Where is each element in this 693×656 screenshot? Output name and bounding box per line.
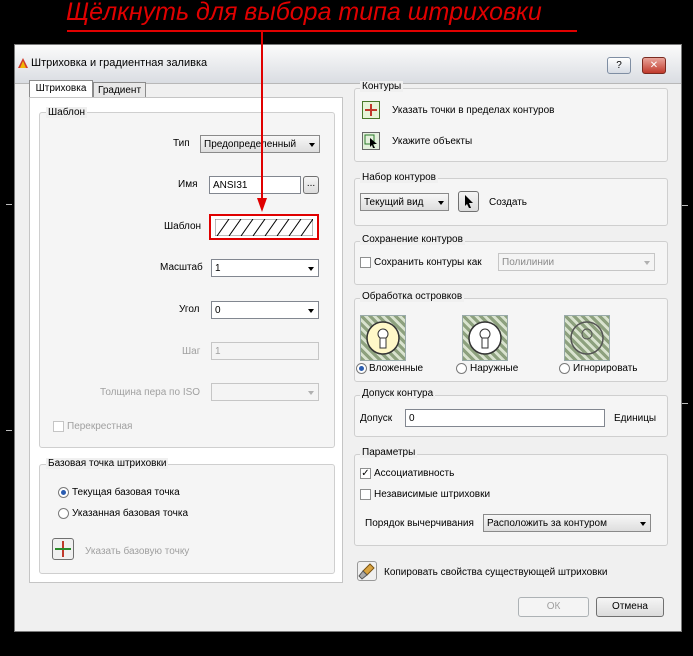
boundary-set-dropdown[interactable]: Текущий вид bbox=[360, 193, 449, 211]
title-bar: Штриховка и градиентная заливка ? ✕ bbox=[15, 45, 681, 84]
island-ignore-icon bbox=[570, 321, 604, 355]
separate-hatches-label: Независимые штриховки bbox=[374, 489, 491, 500]
select-objects-button[interactable] bbox=[362, 132, 380, 150]
angle-value: 0 bbox=[215, 305, 221, 316]
create-boundary-set-button[interactable] bbox=[458, 191, 479, 212]
retain-boundaries-checkbox[interactable] bbox=[360, 257, 371, 268]
island-ignore-label: Игнорировать bbox=[573, 363, 638, 374]
name-input[interactable]: ANSI31 bbox=[209, 176, 301, 194]
tolerance-units-label: Единицы bbox=[614, 413, 657, 424]
pick-points-button[interactable] bbox=[362, 101, 380, 119]
type-label: Тип bbox=[173, 138, 190, 149]
island-outer-label: Наружные bbox=[470, 363, 519, 374]
draw-order-label: Порядок вычерчивания bbox=[365, 518, 474, 529]
island-nested-icon bbox=[366, 321, 400, 355]
angle-label: Угол bbox=[179, 304, 200, 315]
options-group-title: Параметры bbox=[360, 447, 418, 458]
spacing-input[interactable]: 1 bbox=[211, 342, 319, 360]
app-icon bbox=[18, 58, 28, 68]
island-nested-preview[interactable] bbox=[360, 315, 406, 361]
scale-label: Масштаб bbox=[160, 262, 203, 273]
tolerance-input[interactable]: 0 bbox=[405, 409, 605, 427]
type-value: Предопределенный bbox=[204, 139, 297, 150]
boundaries-group bbox=[354, 88, 668, 162]
cursor-icon bbox=[465, 195, 473, 208]
retain-type-dropdown[interactable]: Полилинии bbox=[498, 253, 655, 271]
separate-hatches-checkbox[interactable] bbox=[360, 489, 371, 500]
create-label: Создать bbox=[489, 197, 528, 208]
inherit-properties-button[interactable] bbox=[357, 561, 377, 581]
tick-mark bbox=[682, 205, 688, 206]
crosshatch-checkbox[interactable] bbox=[53, 421, 64, 432]
swatch-label: Шаблон bbox=[164, 221, 202, 232]
scale-dropdown[interactable]: 1 bbox=[211, 259, 319, 277]
retain-boundaries-label: Сохранить контуры как bbox=[374, 257, 482, 268]
tolerance-group-title: Допуск контура bbox=[360, 388, 436, 399]
spacing-label: Шаг bbox=[182, 346, 201, 357]
island-nested-label: Вложенные bbox=[369, 363, 424, 374]
retain-group-title: Сохранение контуров bbox=[360, 234, 465, 245]
island-outer-preview[interactable] bbox=[462, 315, 508, 361]
select-objects-icon bbox=[364, 134, 377, 148]
island-ignore-preview[interactable] bbox=[564, 315, 610, 361]
name-value: ANSI31 bbox=[213, 180, 248, 191]
iso-pen-dropdown[interactable] bbox=[211, 383, 319, 401]
boundary-set-value: Текущий вид bbox=[364, 197, 424, 208]
islands-group-title: Обработка островков bbox=[360, 291, 465, 302]
origin-group-title: Базовая точка штриховки bbox=[46, 458, 169, 469]
island-outer-icon bbox=[468, 321, 502, 355]
select-objects-label: Укажите объекты bbox=[392, 136, 473, 147]
angle-dropdown[interactable]: 0 bbox=[211, 301, 319, 319]
hatch-dialog: Штриховка и градиентная заливка ? ✕ Штри… bbox=[14, 44, 682, 632]
iso-pen-label: Толщина пера по ISO bbox=[100, 387, 201, 398]
hatch-swatch-icon bbox=[215, 219, 313, 236]
inherit-properties-label: Копировать свойства существующей штрихов… bbox=[384, 567, 608, 578]
island-ignore-radio[interactable] bbox=[559, 363, 570, 374]
origin-group bbox=[39, 464, 335, 574]
name-label: Имя bbox=[178, 179, 198, 190]
tick-mark bbox=[6, 204, 12, 205]
type-dropdown[interactable]: Предопределенный bbox=[200, 135, 320, 153]
hatch-tab-panel: Шаблон Тип Предопределенный Имя ANSI31 .… bbox=[29, 97, 343, 583]
annotation-text: Щёлкнуть для выбора типа штриховки bbox=[66, 0, 542, 26]
current-origin-label: Текущая базовая точка bbox=[72, 487, 180, 498]
retain-type-value: Полилинии bbox=[502, 257, 555, 268]
draw-order-dropdown[interactable]: Расположить за контуром bbox=[483, 514, 651, 532]
help-button[interactable]: ? bbox=[607, 57, 631, 74]
ok-button[interactable]: ОК bbox=[518, 597, 589, 617]
boundary-set-group-title: Набор контуров bbox=[360, 172, 438, 183]
specified-origin-radio[interactable] bbox=[58, 508, 69, 519]
boundaries-group-title: Контуры bbox=[360, 81, 404, 92]
cancel-button[interactable]: Отмена bbox=[596, 597, 664, 617]
close-button[interactable]: ✕ bbox=[642, 57, 666, 74]
crosshatch-label: Перекрестная bbox=[67, 421, 133, 432]
pick-origin-button[interactable] bbox=[52, 538, 74, 560]
specified-origin-label: Указанная базовая точка bbox=[72, 508, 189, 519]
tick-mark bbox=[6, 430, 12, 431]
add-points-icon bbox=[365, 104, 377, 116]
current-origin-radio[interactable] bbox=[58, 487, 69, 498]
island-outer-radio[interactable] bbox=[456, 363, 467, 374]
scale-value: 1 bbox=[215, 263, 221, 274]
island-nested-radio[interactable] bbox=[356, 363, 367, 374]
tick-mark bbox=[682, 403, 688, 404]
associative-checkbox[interactable]: ✓ bbox=[360, 468, 371, 479]
tolerance-label: Допуск bbox=[360, 413, 393, 424]
dialog-title: Штриховка и градиентная заливка bbox=[31, 57, 208, 69]
brush-icon bbox=[358, 563, 375, 580]
pattern-swatch[interactable] bbox=[209, 214, 319, 240]
browse-pattern-button[interactable]: ... bbox=[303, 176, 319, 194]
pick-points-label: Указать точки в пределах контуров bbox=[392, 105, 555, 116]
associative-label: Ассоциативность bbox=[374, 468, 455, 479]
draw-order-value: Расположить за контуром bbox=[487, 518, 607, 529]
pattern-group-title: Шаблон bbox=[46, 107, 88, 118]
crosshair-icon bbox=[55, 541, 71, 557]
pick-origin-label: Указать базовую точку bbox=[85, 546, 190, 557]
